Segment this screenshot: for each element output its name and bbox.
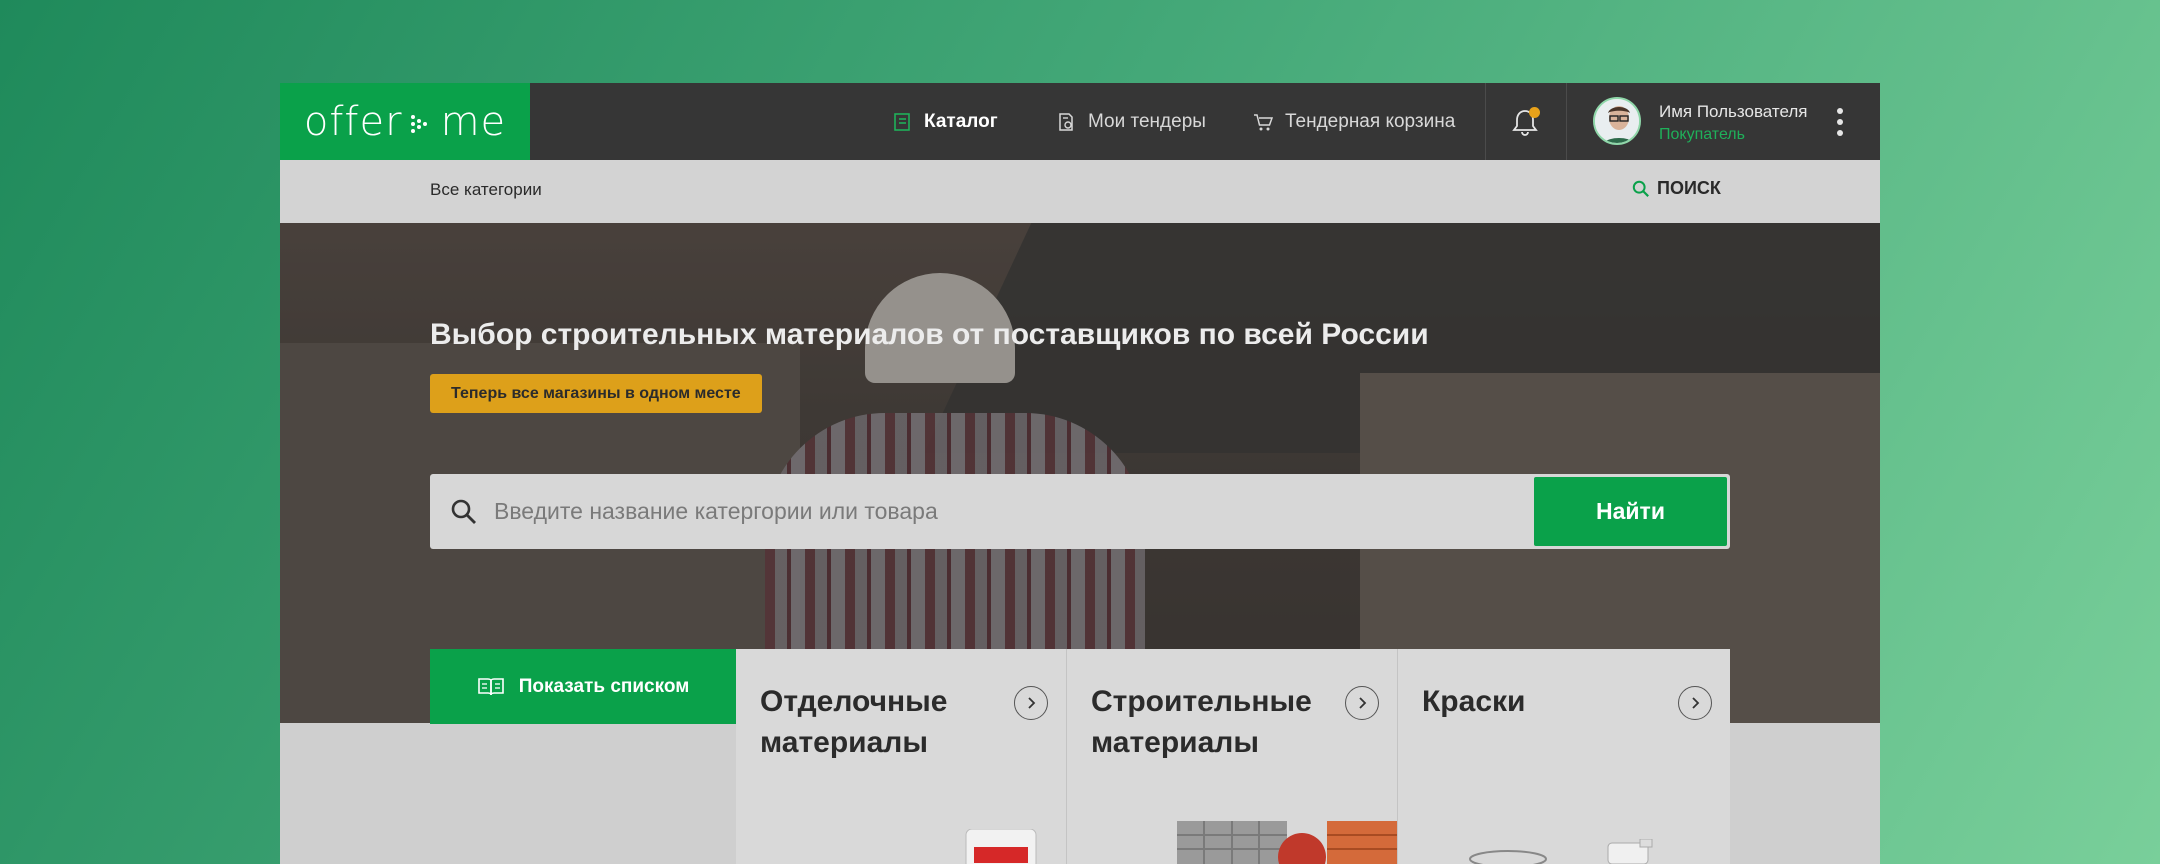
notification-dot	[1529, 107, 1540, 118]
cart-icon	[1254, 113, 1273, 130]
nav-label-cart: Тендерная корзина	[1285, 110, 1456, 132]
logo-dots-icon	[410, 114, 427, 133]
show-as-list-label: Показать списком	[518, 675, 690, 697]
document-check-icon	[1059, 112, 1073, 131]
nav-divider	[1485, 83, 1486, 160]
category-title: Краски	[1422, 685, 1526, 718]
category-card-finishing[interactable]: Отделочные материалы	[736, 649, 1067, 864]
find-button[interactable]: Найти	[1534, 477, 1727, 546]
avatar[interactable]	[1593, 97, 1641, 145]
logo-text-left: offer	[303, 98, 403, 145]
all-categories-link[interactable]: Все категории	[430, 180, 542, 200]
chevron-right-icon[interactable]	[1678, 686, 1712, 720]
chevron-right-icon[interactable]	[1014, 686, 1048, 720]
product-search-box: Найти	[430, 474, 1730, 549]
app-window: offer me Каталог Мои тендеры Тендерная к…	[280, 83, 1880, 864]
catalog-icon	[894, 112, 910, 131]
search-icon	[451, 499, 476, 524]
logo[interactable]: offer me	[280, 83, 530, 160]
logo-text-right: me	[440, 98, 507, 145]
category-card-construction[interactable]: Строительные материалы	[1067, 649, 1398, 864]
hero-title: Выбор строительных материалов от поставщ…	[430, 318, 1429, 351]
nav-item-tenders[interactable]: Мои тендеры	[1056, 83, 1206, 160]
search-input[interactable]	[494, 474, 1494, 549]
hero-banner: Выбор строительных материалов от поставщ…	[280, 223, 1880, 723]
more-menu-icon[interactable]	[1836, 108, 1844, 136]
category-title: Отделочные материалы	[760, 685, 948, 759]
category-card-paints[interactable]: Краски	[1398, 649, 1730, 864]
show-as-list-button[interactable]: Показать списком	[430, 649, 736, 724]
nav-label-catalog: Каталог	[924, 110, 998, 132]
bricks-image	[1177, 821, 1397, 864]
nav-item-cart[interactable]: Тендерная корзина	[1253, 83, 1455, 160]
top-navigation-bar: offer me Каталог Мои тендеры Тендерная к…	[280, 83, 1880, 160]
notifications-button[interactable]	[1510, 107, 1540, 137]
hero-overlay	[280, 223, 1880, 723]
user-photo-icon	[1595, 99, 1639, 143]
paint-cans-image	[1469, 839, 1653, 864]
hero-badge: Теперь все магазины в одном месте	[430, 374, 762, 413]
nav-label-tenders: Мои тендеры	[1088, 110, 1206, 132]
user-name[interactable]: Имя Пользователя	[1659, 102, 1808, 122]
search-link[interactable]: ПОИСК	[1632, 178, 1721, 199]
category-bar: Все категории ПОИСК	[280, 160, 1880, 223]
user-role: Покупатель	[1659, 126, 1745, 143]
nav-item-catalog[interactable]: Каталог	[892, 83, 998, 160]
nav-divider	[1566, 83, 1567, 160]
search-link-label: ПОИСК	[1657, 178, 1721, 198]
paint-bucket-image	[965, 829, 1037, 864]
search-icon	[1632, 180, 1649, 197]
book-icon	[477, 677, 504, 695]
category-title: Строительные материалы	[1091, 685, 1312, 759]
chevron-right-icon[interactable]	[1345, 686, 1379, 720]
